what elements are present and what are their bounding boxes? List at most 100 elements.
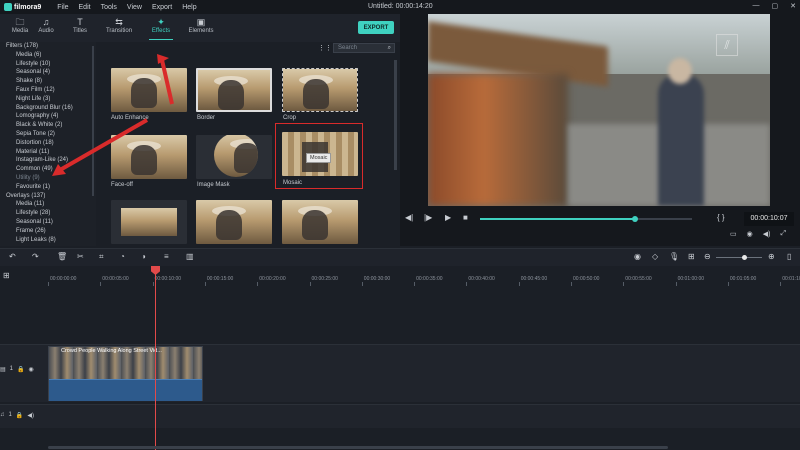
step-back-icon[interactable]: |▶ [424,213,432,222]
playhead[interactable] [155,268,156,450]
sidebar-item[interactable]: Media (11) [0,200,96,209]
sidebar-item[interactable]: Shake (8) [0,77,96,86]
export-button[interactable]: EXPORT [358,21,394,34]
menu-export[interactable]: Export [152,4,172,11]
effect-thumb-image-mask[interactable] [196,135,272,179]
redo-icon[interactable]: ↷ [32,252,39,261]
maximize-icon[interactable]: ▢ [772,2,779,10]
effect-thumb[interactable] [111,200,187,244]
sidebar-item[interactable]: Lifestyle (10) [0,60,96,69]
sidebar-item[interactable]: Night Life (3) [0,95,96,104]
lock-icon[interactable]: 🔒 [16,412,23,419]
render-icon[interactable]: ◉ [634,252,641,261]
sidebar-item[interactable]: Filters (178) [0,42,96,51]
lock-icon[interactable]: 🔒 [17,366,24,373]
delete-icon[interactable]: 🗑 [57,252,67,261]
ruler-tick-mark [780,282,782,286]
tab-label: Effects [151,28,171,34]
video-track-icon: ▤ [0,367,6,373]
ruler-tick-mark [100,282,102,286]
preview-progress-bar[interactable] [480,216,692,222]
color-icon[interactable]: ◑ [141,252,146,261]
menu-bar: File Edit Tools View Export Help [57,4,196,11]
marker-icon[interactable]: ◇ [652,252,658,261]
play-icon[interactable]: ▶ [445,213,451,222]
tab-effects[interactable]: ✦ Effects [141,16,181,40]
menu-help[interactable]: Help [182,4,196,11]
media-tabs: 🗀 Media ♫ Audio T Titles ⇆ Transition ✦ Effec… [0,14,400,42]
effect-thumb-crop[interactable] [282,68,358,112]
cut-icon[interactable]: ✂ [77,252,84,261]
display-icon[interactable]: ▭ [730,230,737,238]
speed-icon[interactable]: ◔ [120,252,125,261]
sidebar-item[interactable]: Background Blur (16) [0,104,96,113]
menu-tools[interactable]: Tools [101,4,117,11]
effect-thumb-auto-enhance[interactable] [111,68,187,112]
sidebar-item[interactable]: Black & White (2) [0,121,96,130]
sidebar-item[interactable]: Favourite (1) [0,183,96,192]
video-track-number: 1 [9,366,14,372]
sidebar-item[interactable]: Lomography (4) [0,112,96,121]
audio-track[interactable] [0,404,800,428]
sidebar-item[interactable]: Lifestyle (28) [0,209,96,218]
sidebar-item[interactable]: Distortion (18) [0,139,96,148]
eye-icon[interactable]: ◉ [29,366,34,373]
tab-transition[interactable]: ⇆ Transition [99,16,139,40]
speaker-icon[interactable]: ◀) [27,412,34,419]
ruler-tick-label: 00:00:10:00 [154,276,182,282]
sidebar-item[interactable]: Common (49) [0,165,96,174]
sidebar-item[interactable]: Media (6) [0,51,96,60]
menu-file[interactable]: File [57,4,68,11]
sidebar-item[interactable]: Material (11) [0,148,96,157]
effect-thumb-face-off[interactable] [111,135,187,179]
snap-icon[interactable]: ⊞ [688,252,695,261]
mark-in-out-icon[interactable]: { } [717,213,725,222]
progress-knob[interactable] [631,216,638,222]
tab-elements[interactable]: ▣ Elements [181,16,221,40]
timeline-scrollbar[interactable] [48,446,668,449]
volume-icon[interactable]: ◀) [763,230,771,238]
search-icon[interactable]: ⌕ [388,44,391,52]
menu-edit[interactable]: Edit [79,4,91,11]
sidebar-item[interactable]: Sepia Tone (2) [0,130,96,139]
undo-icon[interactable]: ↶ [9,252,16,261]
close-icon[interactable]: ✕ [790,2,796,10]
voiceover-icon[interactable]: 🎙 [669,252,679,261]
sidebar-item[interactable]: Frame (26) [0,227,96,236]
menu-view[interactable]: View [127,4,142,11]
video-clip[interactable]: Crowd People Walking Along Street Vid... [48,346,203,401]
sidebar-item[interactable]: Overlays (137) [0,192,96,201]
audio-mixer-icon[interactable]: ≡ [164,252,169,261]
sidebar-item[interactable]: Light Leaks (8) [0,236,96,245]
minimize-icon[interactable]: — [753,2,760,10]
sidebar-item[interactable]: Instagram-Like (24) [0,156,96,165]
effect-thumb[interactable] [282,200,358,244]
sidebar-item[interactable]: Seasonal (4) [0,68,96,77]
sidebar-item[interactable]: Seasonal (11) [0,218,96,227]
transition-icon: ⇆ [115,17,123,27]
ruler-tick-label: 00:00:40:00 [468,276,495,282]
effect-thumb[interactable] [196,200,272,244]
add-track-icon[interactable]: ⊞ [3,271,10,280]
previous-frame-icon[interactable]: ◀| [405,213,413,222]
tab-titles[interactable]: T Titles [60,16,100,40]
stop-icon[interactable]: ■ [463,213,468,222]
zoom-out-icon[interactable]: ⊖ [704,252,711,261]
sidebar-scrollbar[interactable] [92,46,94,196]
ruler-tick-label: 00:00:25:00 [311,276,338,282]
snapshot-icon[interactable]: ◉ [747,230,753,238]
sidebar-item[interactable]: Utility (9) [0,174,96,183]
green-screen-icon[interactable]: ▥ [186,252,194,261]
fullscreen-icon[interactable]: ⤢ [780,230,786,238]
sidebar-item[interactable]: Faux Film (12) [0,86,96,95]
grid-scrollbar[interactable] [394,60,397,170]
timeline-zoom-slider[interactable] [716,255,762,260]
zoom-in-icon[interactable]: ⊕ [768,252,775,261]
panel-toggle-icon[interactable]: ▯ [787,252,791,261]
effect-thumb-border[interactable] [196,68,272,112]
ruler-tick-label: 00:00:30:00 [363,276,391,282]
zoom-knob[interactable] [741,255,747,260]
window-controls: — ▢ ✕ [753,2,797,10]
crop-icon[interactable]: ⌗ [99,252,104,262]
search-input[interactable]: Search ⌕ [333,43,395,53]
